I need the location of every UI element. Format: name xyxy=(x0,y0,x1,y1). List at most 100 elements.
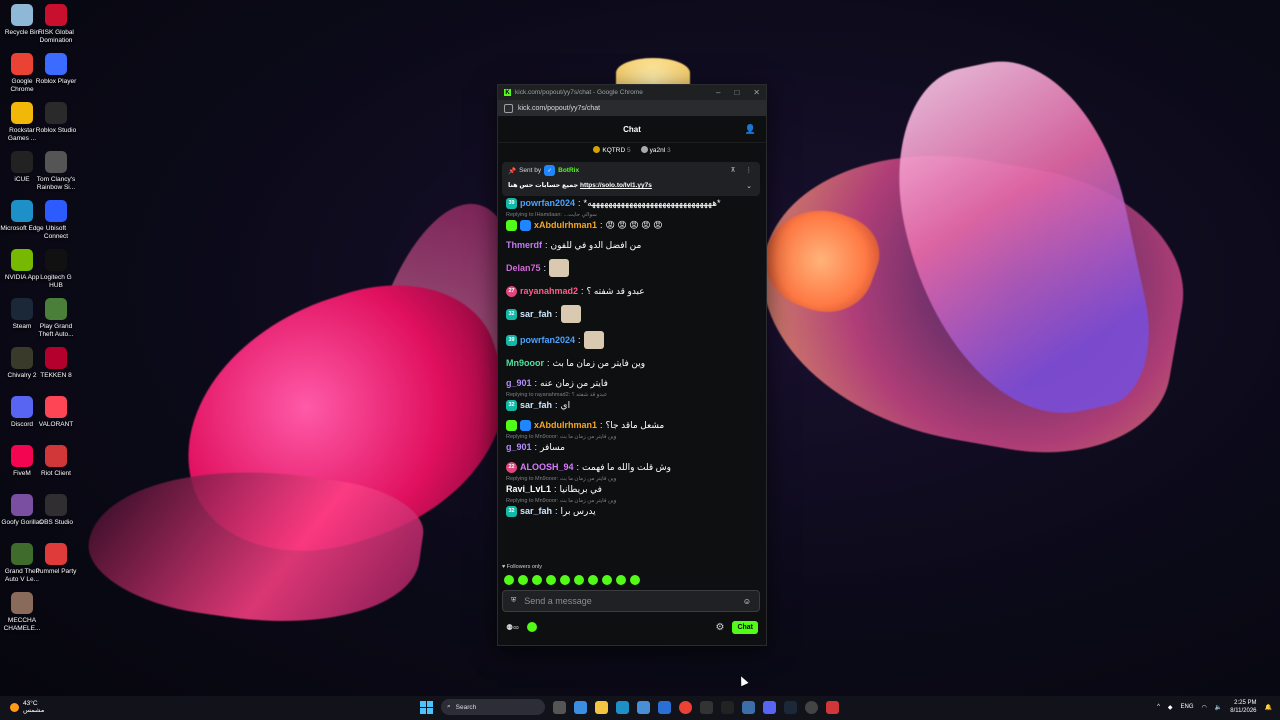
chat-username[interactable]: xAbdulrhman1 xyxy=(534,419,597,431)
chat-username[interactable]: xAbdulrhman1 xyxy=(534,219,597,231)
reply-context[interactable]: Replying to Mn9ooor: وين فايتر من زمان م… xyxy=(506,434,758,440)
unpin-icon[interactable]: ⊼ xyxy=(731,166,736,174)
chat-message[interactable]: 32 sar_fah: xyxy=(506,305,758,323)
emoji-icon[interactable]: ☺ xyxy=(743,597,751,606)
desktop-icon[interactable]: OBS Studio xyxy=(34,494,78,527)
desktop-icon[interactable]: TEKKEN 8 xyxy=(34,347,78,380)
chat-username[interactable]: Thmerdf xyxy=(506,239,542,251)
chat-username[interactable]: Mn9ooor xyxy=(506,357,544,369)
obs-icon[interactable] xyxy=(805,700,818,714)
chat-username[interactable]: rayanahmad2 xyxy=(520,285,578,297)
desktop-icon[interactable]: Roblox Studio xyxy=(34,102,78,135)
chat-username[interactable]: Ravi_LvL1 xyxy=(506,483,551,495)
message-input[interactable]: ⛨ Send a message ☺ xyxy=(502,590,760,612)
emote-image[interactable] xyxy=(549,259,570,277)
store-icon[interactable] xyxy=(637,700,650,714)
chat-message[interactable]: 39 powrfan2024: *ههههههههههههههههههههههههه… xyxy=(506,197,758,209)
riot-icon[interactable] xyxy=(826,700,839,714)
reply-context[interactable]: Replying to IHamdaan: ...سوالي حايت xyxy=(506,212,758,218)
chat-username[interactable]: g_901 xyxy=(506,441,532,453)
chat-send-button[interactable]: Chat xyxy=(732,620,758,634)
chat-username[interactable]: g_901 xyxy=(506,377,532,389)
chat-message[interactable]: xAbdulrhman1: مشعل ماقد جا؟ xyxy=(506,419,758,431)
chat-message[interactable]: 27 rayanahmad2: عبدو قد شفته ؟ xyxy=(506,285,758,297)
file-explorer-icon[interactable] xyxy=(595,700,608,714)
chat-message[interactable]: 22 ALOOSH_94: وش قلت والله ما فهمت xyxy=(506,461,758,473)
desktop-icon[interactable]: VALORANT xyxy=(34,396,78,429)
chat-username[interactable]: ALOOSH_94 xyxy=(520,461,574,473)
reply-context[interactable]: Replying to rayanahmad2: عبدو قد شفته ؟ xyxy=(506,392,758,398)
desktop-icon[interactable]: Tom Clancy's Rainbow Si... xyxy=(34,151,78,191)
chat-username[interactable]: powrfan2024 xyxy=(520,334,575,346)
maximize-icon[interactable]: □ xyxy=(734,88,739,97)
site-info-icon[interactable] xyxy=(504,103,513,113)
desktop-icon[interactable]: Logitech G HUB xyxy=(34,249,78,289)
emote-image[interactable] xyxy=(583,331,604,349)
desktop-icon[interactable]: RISK Global Domination xyxy=(34,4,78,44)
volume-icon[interactable]: 🔈 xyxy=(1215,704,1222,711)
copilot-icon[interactable] xyxy=(574,700,587,714)
weather-widget[interactable]: 43°C مشمس xyxy=(10,700,44,714)
chat-username[interactable]: sar_fah xyxy=(520,399,552,411)
chat-message[interactable]: g_901: مسافر xyxy=(506,441,758,453)
chat-username[interactable]: sar_fah xyxy=(520,308,552,320)
gear-icon[interactable]: ⚙ xyxy=(715,622,724,633)
desktop-icon[interactable]: Ubisoft Connect xyxy=(34,200,78,240)
pinned-link[interactable]: https://solo.to/lvl1.yy7s xyxy=(580,182,652,189)
desktop-icon[interactable]: Roblox Player xyxy=(34,53,78,86)
settings-icon[interactable] xyxy=(742,700,755,714)
discord-icon[interactable] xyxy=(763,700,776,714)
emote-icon[interactable] xyxy=(546,575,556,585)
emote-icon[interactable] xyxy=(532,575,542,585)
emote-icon[interactable] xyxy=(602,575,612,585)
task-view-icon[interactable] xyxy=(553,700,566,714)
start-button[interactable] xyxy=(420,700,433,714)
reply-context[interactable]: Replying to Mn9ooor: وين فايتر من زمان م… xyxy=(506,476,758,482)
notification-icon[interactable]: 🔔 xyxy=(1265,704,1272,711)
chat-messages[interactable]: 39 powrfan2024: *ههههههههههههههههههههههههه… xyxy=(498,197,766,587)
reply-context[interactable]: Replying to Mn9ooor: وين فايتر من زمان م… xyxy=(506,498,758,504)
emote-icon[interactable] xyxy=(630,575,640,585)
chat-message[interactable]: 32 sar_fah: يدرس برا xyxy=(506,505,758,517)
emote-icon[interactable] xyxy=(588,575,598,585)
emote-icon[interactable] xyxy=(504,575,514,585)
users-icon[interactable]: 👤 xyxy=(745,124,756,135)
chat-message[interactable]: xAbdulrhman1: 😡 😡 😡 😡 😡 xyxy=(506,219,758,231)
steam-icon[interactable] xyxy=(784,700,797,714)
chat-username[interactable]: powrfan2024 xyxy=(520,197,575,209)
chat-message[interactable]: Mn9ooor: وين فايتر من زمان ما بث xyxy=(506,357,758,369)
chat-message[interactable]: 32 sar_fah: اي xyxy=(506,399,758,411)
chat-message[interactable]: Thmerdf: من افضل الدو في للفون xyxy=(506,239,758,251)
kick-emote-icon[interactable] xyxy=(526,622,537,632)
window-titlebar[interactable]: K kick.com/popout/yy7s/chat - Google Chr… xyxy=(498,85,766,100)
emote-icon[interactable] xyxy=(518,575,528,585)
desktop-icon[interactable]: Pummel Party xyxy=(34,543,78,576)
taskbar-search[interactable]: ⌕ Search xyxy=(441,699,545,715)
minimize-icon[interactable]: – xyxy=(716,88,720,97)
chat-message[interactable]: Delan75: xyxy=(506,259,758,277)
more-options-icon[interactable]: ⋮ xyxy=(746,166,753,174)
chat-username[interactable]: sar_fah xyxy=(520,505,552,517)
chevron-down-icon[interactable]: ⌄ xyxy=(746,182,752,190)
emote-icon[interactable] xyxy=(616,575,626,585)
chat-message[interactable]: 39 powrfan2024: xyxy=(506,331,758,349)
chrome-icon[interactable] xyxy=(679,700,692,714)
points-icon[interactable]: ⚉ xyxy=(506,623,513,632)
chat-message[interactable]: Ravi_LvL1: في بريطانيا xyxy=(506,483,758,495)
emote-image[interactable] xyxy=(560,305,581,323)
terminal-icon[interactable] xyxy=(700,700,713,714)
desktop-icon[interactable]: Riot Client xyxy=(34,445,78,478)
app-icon[interactable] xyxy=(721,700,734,714)
chat-username[interactable]: Delan75 xyxy=(506,262,541,274)
bot-name[interactable]: BotRix xyxy=(558,167,579,174)
desktop-icon[interactable]: Play Grand Theft Auto... xyxy=(34,298,78,338)
close-icon[interactable]: ✕ xyxy=(753,88,760,97)
emote-icon[interactable] xyxy=(574,575,584,585)
chevron-up-icon[interactable]: ^ xyxy=(1157,704,1160,710)
chat-message[interactable]: g_901: فايتر من زمان عنه xyxy=(506,377,758,389)
tray-app-icon[interactable]: ◆ xyxy=(1168,704,1173,711)
edge-icon[interactable] xyxy=(616,700,629,714)
lang-indicator[interactable]: ENG xyxy=(1181,704,1194,710)
emote-icon[interactable] xyxy=(560,575,570,585)
gifter-item[interactable]: KQTRD 5 xyxy=(593,146,631,154)
